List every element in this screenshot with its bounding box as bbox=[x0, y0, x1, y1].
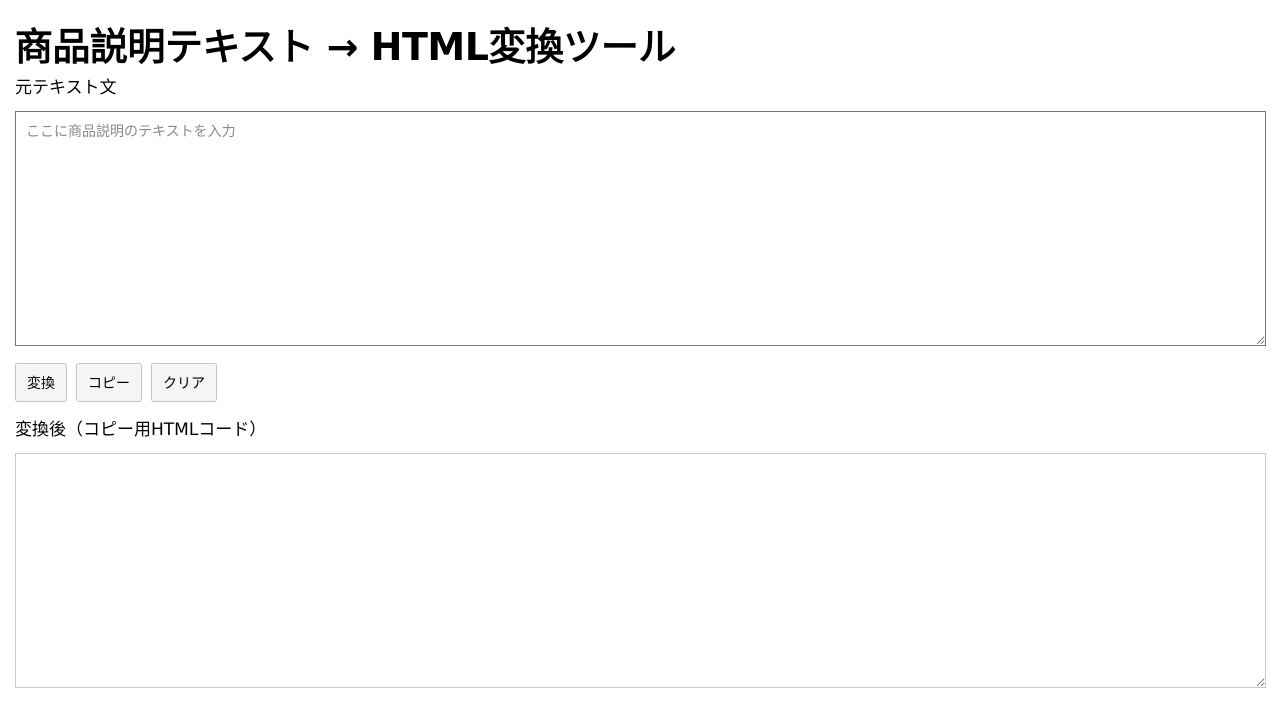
output-html-textarea[interactable] bbox=[15, 453, 1266, 688]
output-html-label: 変換後（コピー用HTMLコード） bbox=[15, 420, 267, 440]
convert-button[interactable]: 変換 bbox=[15, 363, 67, 402]
page: 商品説明テキスト → HTML変換ツール 元テキスト文 変換 コピー クリア 変… bbox=[0, 0, 1280, 720]
source-text-label: 元テキスト文 bbox=[15, 78, 117, 98]
page-title: 商品説明テキスト → HTML変換ツール bbox=[15, 25, 676, 69]
clear-button[interactable]: クリア bbox=[151, 363, 217, 402]
copy-button[interactable]: コピー bbox=[76, 363, 142, 402]
source-text-input[interactable] bbox=[15, 111, 1266, 346]
